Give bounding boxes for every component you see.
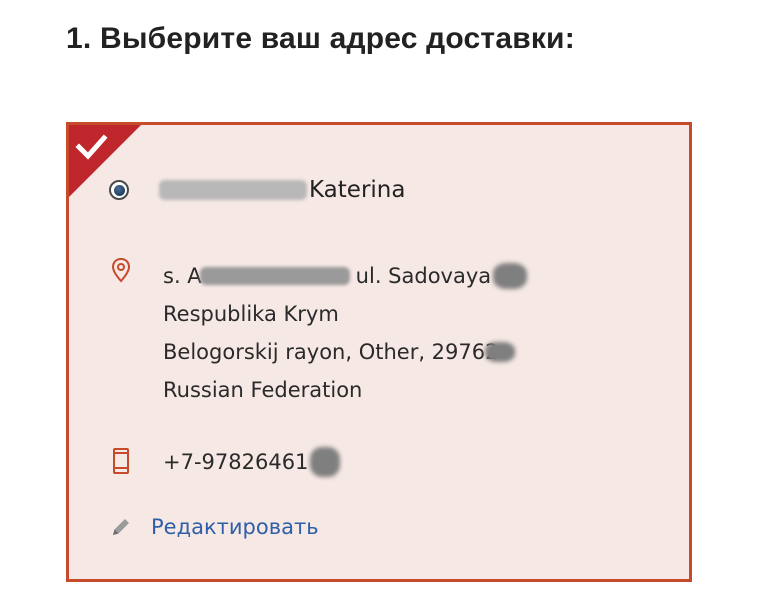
- redacted-house-number: [493, 263, 528, 289]
- address-line-3-text: Belogorskij rayon, Other, 29762: [163, 340, 499, 364]
- redacted-phone-digits: [310, 447, 341, 477]
- redacted-surname: [159, 180, 307, 200]
- address-line-3: Belogorskij rayon, Other, 29762: [163, 333, 527, 371]
- edit-row: Редактировать: [109, 515, 319, 539]
- address-row: s. A ul. Sadovaya Respublika Krym Belogo…: [109, 257, 528, 409]
- address-card[interactable]: Katerina s. A ul. Sadovaya Respublika Kr…: [66, 122, 692, 582]
- address-line-2: Respublika Krym: [163, 302, 339, 326]
- address-radio[interactable]: [109, 180, 129, 200]
- radio-selected-dot: [113, 184, 125, 196]
- address-line-1: s. A ul. Sadovaya: [163, 257, 528, 295]
- mobile-phone-icon: [109, 443, 133, 475]
- redacted-postcode-digits: [484, 342, 515, 362]
- map-pin-icon: [109, 257, 133, 283]
- address-line-1-street: ul. Sadovaya: [355, 264, 492, 288]
- phone-block: +7-97826461: [163, 443, 341, 481]
- address-line-4: Russian Federation: [163, 378, 363, 402]
- phone-number: +7-97826461: [163, 443, 341, 481]
- address-line-1-prefix: s. A: [163, 264, 202, 288]
- pencil-icon: [109, 515, 133, 539]
- recipient-name: Katerina: [159, 177, 405, 203]
- redacted-village: [199, 267, 350, 285]
- recipient-first-name: Katerina: [309, 177, 406, 203]
- phone-number-text: +7-97826461: [163, 450, 309, 474]
- page-title: 1. Выберите ваш адрес доставки:: [66, 22, 575, 55]
- recipient-row: Katerina: [109, 177, 405, 203]
- phone-row: +7-97826461: [109, 443, 341, 481]
- address-block: s. A ul. Sadovaya Respublika Krym Belogo…: [163, 257, 528, 409]
- edit-address-link[interactable]: Редактировать: [151, 515, 319, 539]
